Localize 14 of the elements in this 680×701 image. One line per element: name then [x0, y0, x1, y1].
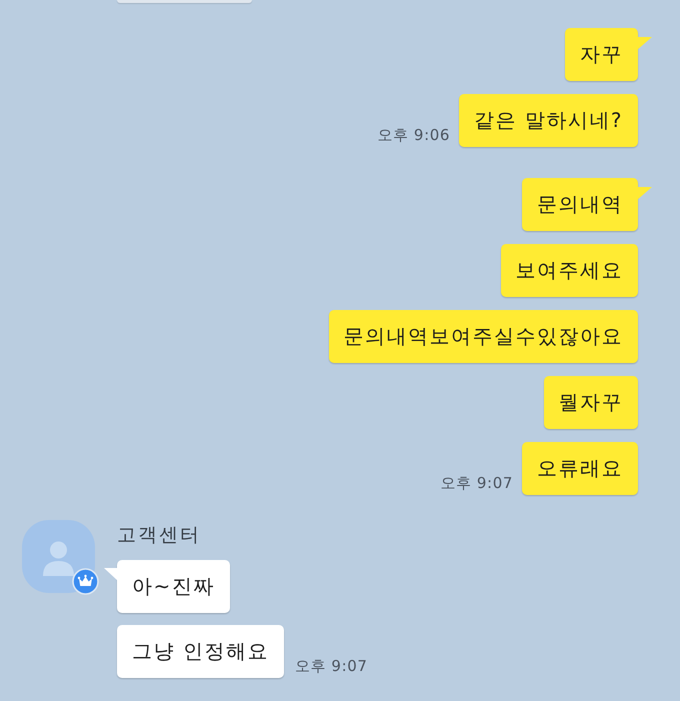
message-bubble[interactable]: 문의내역보여주실수있잖아요 — [328, 310, 638, 363]
message-bubble[interactable]: 아~진짜 — [104, 560, 230, 613]
sender-name: 고객센터 — [117, 523, 201, 547]
message-bubble[interactable]: 자꾸 — [565, 28, 652, 81]
timestamp: 오후 9:07 — [294, 657, 368, 675]
message-bubble[interactable]: 뭘자꾸 — [544, 376, 638, 429]
message-bubble[interactable]: 같은 말하시네? — [459, 94, 638, 147]
message-bubble[interactable]: 그냥 인정해요 — [117, 625, 284, 678]
message-bubble[interactable]: 오류래요 — [522, 442, 638, 495]
timestamp: 오후 9:07 — [440, 474, 513, 492]
timestamp: 오후 9:06 — [377, 126, 450, 144]
message-bubble[interactable]: 문의내역 — [522, 178, 652, 231]
avatar-icon[interactable] — [22, 520, 95, 593]
message-bubble[interactable]: 보여주세요 — [500, 244, 638, 297]
